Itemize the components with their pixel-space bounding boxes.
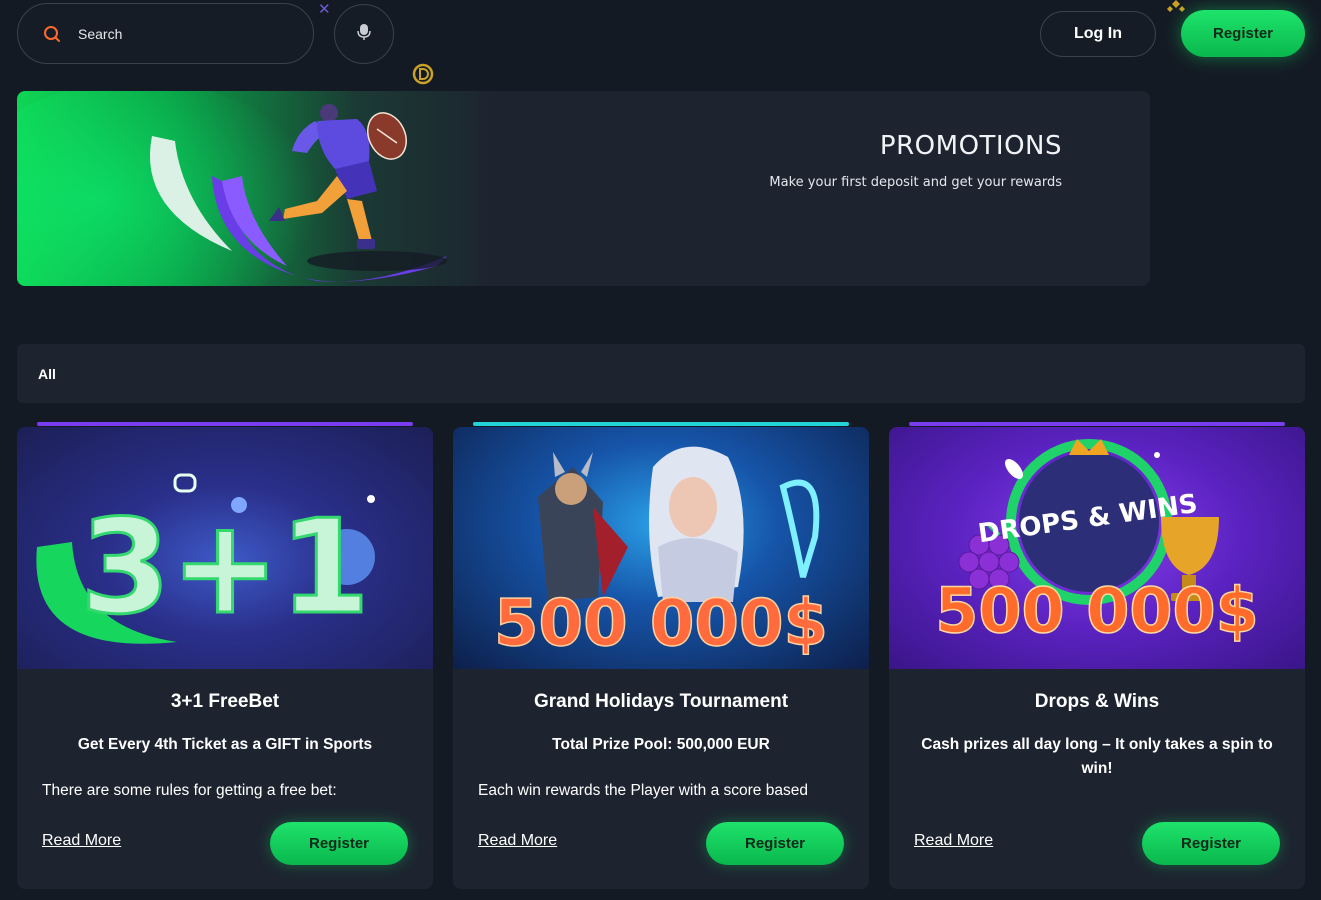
card-description: There are some rules for getting a free … — [42, 782, 337, 799]
microphone-icon — [357, 23, 371, 46]
card-accent-line — [909, 422, 1285, 426]
read-more-link[interactable]: Read More — [914, 832, 993, 850]
drops-wins-image-text: 500 000$ — [935, 574, 1259, 647]
card-description: Each win rewards the Player with a score… — [478, 782, 808, 799]
tournament-promo-image: 500 000$ — [453, 427, 869, 669]
card-accent-line — [37, 422, 413, 426]
card-register-button[interactable]: Register — [270, 822, 408, 865]
search-input[interactable] — [78, 25, 278, 42]
card-title: Grand Holidays Tournament — [533, 691, 789, 712]
card-subtitle: Total Prize Pool: 500,000 EUR — [552, 736, 770, 753]
read-more-link[interactable]: Read More — [478, 832, 557, 850]
football-player-illustration — [17, 91, 447, 286]
promo-card-tournament: 500 000$ Grand Holidays Tournament Total… — [453, 422, 869, 889]
promo-card-freebet: 3+1 3+1 FreeBet Get Every 4th Ticket as … — [17, 422, 433, 889]
card-register-button[interactable]: Register — [706, 822, 844, 865]
freebet-promo-image: 3+1 — [17, 427, 433, 669]
voice-search-button[interactable] — [334, 4, 394, 64]
tournament-image-text: 500 000$ — [494, 587, 828, 661]
card-register-button[interactable]: Register — [1142, 822, 1280, 865]
card-title: Drops & Wins — [1034, 691, 1160, 712]
binance-icon — [1166, 0, 1186, 21]
login-button[interactable]: Log In — [1040, 11, 1156, 57]
promotion-filter-bar: All — [17, 344, 1305, 403]
card-subtitle: Cash prizes all day long – It only takes… — [921, 736, 1273, 777]
promotions-banner: PROMOTIONS Make your first deposit and g… — [17, 91, 1150, 286]
card-title: 3+1 FreeBet — [170, 691, 280, 712]
dogecoin-icon — [412, 63, 434, 90]
card-accent-line — [473, 422, 849, 426]
close-decor-icon: ✕ — [318, 1, 331, 18]
promo-card-drops-wins: DROPS & WINS 500 000$ Drops & Wins Cash … — [889, 422, 1305, 889]
search-box[interactable] — [17, 3, 314, 64]
card-subtitle: Get Every 4th Ticket as a GIFT in Sports — [77, 736, 373, 753]
drops-wins-promo-image: DROPS & WINS 500 000$ — [889, 427, 1305, 669]
freebet-image-text: 3+1 — [80, 491, 370, 643]
read-more-link[interactable]: Read More — [42, 832, 121, 850]
banner-title: PROMOTIONS — [879, 131, 1062, 161]
banner-subtitle: Make your first deposit and get your rew… — [769, 175, 1062, 190]
filter-tab-all[interactable]: All — [38, 366, 56, 382]
register-button[interactable]: Register — [1181, 10, 1305, 57]
search-icon — [42, 24, 62, 44]
